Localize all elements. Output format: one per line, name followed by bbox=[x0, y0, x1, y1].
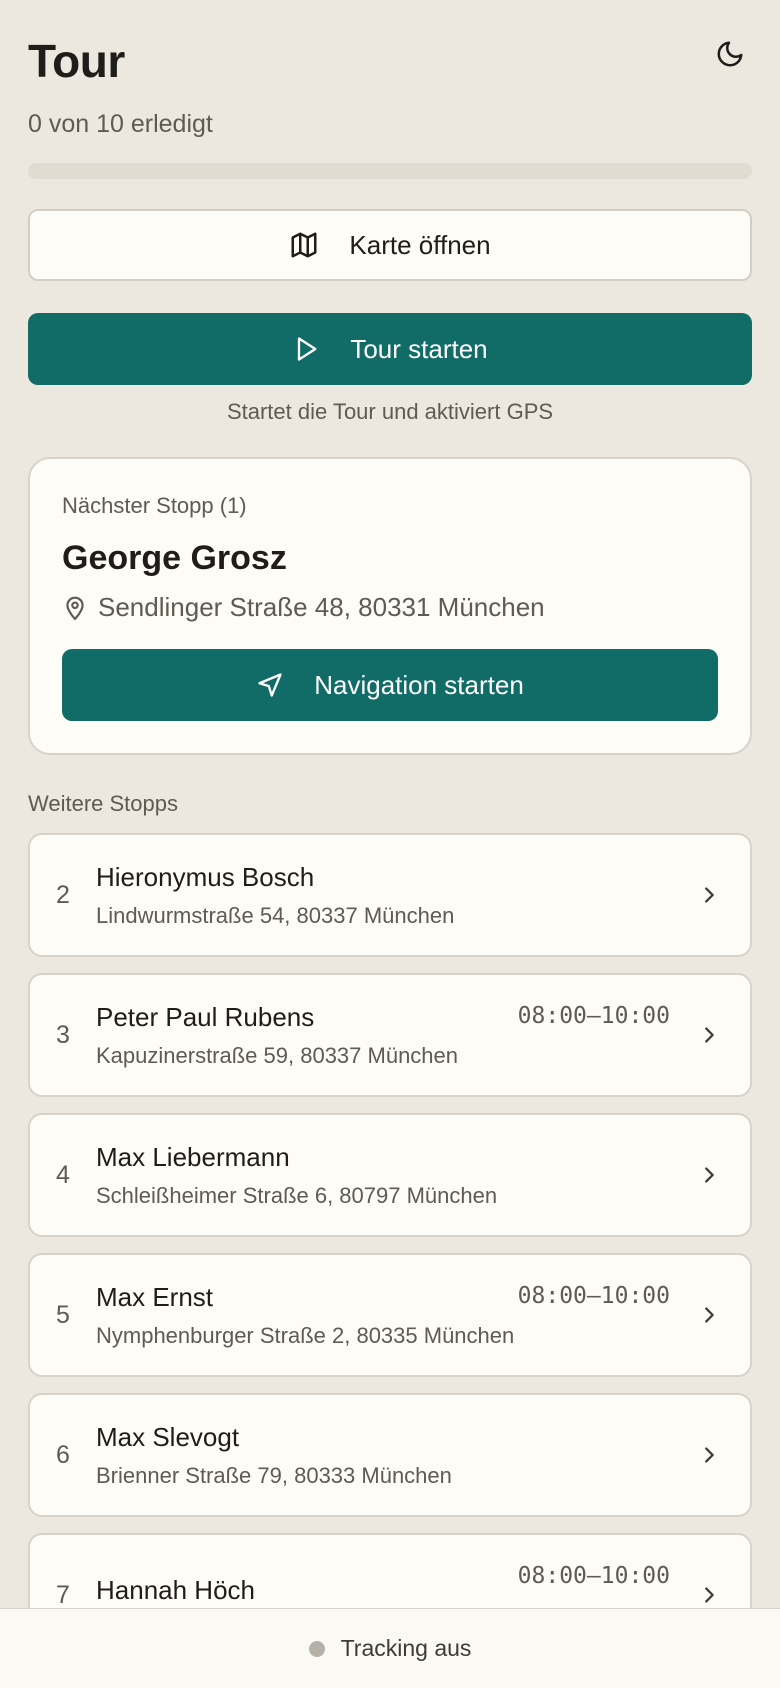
stop-number: 6 bbox=[56, 1440, 70, 1469]
progress-bar bbox=[28, 163, 752, 179]
chevron-right-icon bbox=[705, 1027, 714, 1043]
stop-list: 2 Hieronymus Bosch Lindwurmstraße 54, 80… bbox=[28, 833, 752, 1657]
start-tour-button[interactable]: Tour starten bbox=[28, 313, 752, 385]
stop-address: Schleißheimer Straße 6, 80797 München bbox=[96, 1182, 498, 1208]
progress-text: 0 von 10 erledigt bbox=[28, 110, 213, 138]
tracking-status-dot bbox=[308, 1640, 325, 1657]
tour-page: Tour 0 von 10 erledigt Karte öffnen Tour… bbox=[0, 0, 780, 1657]
stop-item[interactable]: 5 Max Ernst Nymphenburger Straße 2, 8033… bbox=[28, 1253, 752, 1377]
stop-time-window: 08:00–10:00 bbox=[517, 1283, 670, 1309]
start-navigation-button[interactable]: Navigation starten bbox=[62, 649, 718, 721]
stop-number: 2 bbox=[56, 880, 70, 909]
stop-body: Max Liebermann Schleißheimer Straße 6, 8… bbox=[96, 1142, 750, 1209]
open-map-label: Karte öffnen bbox=[349, 229, 491, 260]
stop-time-window: 08:00–10:00 bbox=[517, 1003, 670, 1029]
page-title: Tour bbox=[28, 35, 125, 87]
theme-toggle-button[interactable] bbox=[712, 36, 748, 72]
stop-item[interactable]: 3 Peter Paul Rubens Kapuzinerstraße 59, … bbox=[28, 973, 752, 1097]
stop-item[interactable]: 4 Max Liebermann Schleißheimer Straße 6,… bbox=[28, 1113, 752, 1237]
stop-item[interactable]: 2 Hieronymus Bosch Lindwurmstraße 54, 80… bbox=[28, 833, 752, 957]
stop-name: Max Liebermann bbox=[96, 1141, 290, 1172]
chevron-right-icon bbox=[705, 1447, 714, 1463]
stop-number: 5 bbox=[56, 1300, 70, 1329]
map-icon bbox=[291, 232, 317, 258]
next-stop-address: Sendlinger Straße 48, 80331 München bbox=[98, 592, 545, 622]
start-navigation-label: Navigation starten bbox=[314, 669, 524, 700]
next-stop-name: George Grosz bbox=[62, 539, 287, 577]
next-stop-address-row: Sendlinger Straße 48, 80331 München bbox=[62, 592, 718, 623]
stop-number: 4 bbox=[56, 1160, 70, 1189]
start-tour-label: Tour starten bbox=[350, 333, 488, 364]
navigation-arrow-icon bbox=[258, 673, 282, 697]
stop-body: Max Slevogt Brienner Straße 79, 80333 Mü… bbox=[96, 1422, 750, 1489]
next-stop-card: Nächster Stopp (1) George Grosz Sendling… bbox=[28, 457, 752, 755]
next-stop-label: Nächster Stopp (1) bbox=[62, 493, 247, 518]
stop-time-window: 08:00–10:00 bbox=[517, 1563, 670, 1589]
stop-number: 3 bbox=[56, 1020, 70, 1049]
stop-number: 7 bbox=[56, 1580, 70, 1609]
stop-name: Hieronymus Bosch bbox=[96, 861, 315, 892]
stop-body: Hieronymus Bosch Lindwurmstraße 54, 8033… bbox=[96, 862, 750, 929]
stop-address: Kapuzinerstraße 59, 80337 München bbox=[96, 1042, 459, 1068]
moon-icon bbox=[717, 41, 743, 67]
play-icon bbox=[298, 337, 317, 361]
stop-address: Lindwurmstraße 54, 80337 München bbox=[96, 902, 455, 928]
chevron-right-icon bbox=[705, 1587, 714, 1603]
tracking-status-label: Tracking aus bbox=[340, 1635, 472, 1661]
stop-item[interactable]: 6 Max Slevogt Brienner Straße 79, 80333 … bbox=[28, 1393, 752, 1517]
section-title-more-stops: Weitere Stopps bbox=[28, 791, 179, 816]
open-map-button[interactable]: Karte öffnen bbox=[28, 209, 752, 281]
map-pin-icon bbox=[66, 596, 84, 620]
stop-name: Max Slevogt bbox=[96, 1421, 240, 1452]
chevron-right-icon bbox=[705, 1307, 714, 1323]
stop-address: Nymphenburger Straße 2, 80335 München bbox=[96, 1322, 515, 1348]
start-tour-hint: Startet die Tour und aktiviert GPS bbox=[226, 399, 554, 424]
header: Tour bbox=[28, 0, 752, 110]
stop-address: Brienner Straße 79, 80333 München bbox=[96, 1462, 452, 1488]
tracking-status-bar: Tracking aus bbox=[0, 1608, 780, 1688]
chevron-right-icon bbox=[705, 887, 714, 903]
chevron-right-icon bbox=[705, 1167, 714, 1183]
